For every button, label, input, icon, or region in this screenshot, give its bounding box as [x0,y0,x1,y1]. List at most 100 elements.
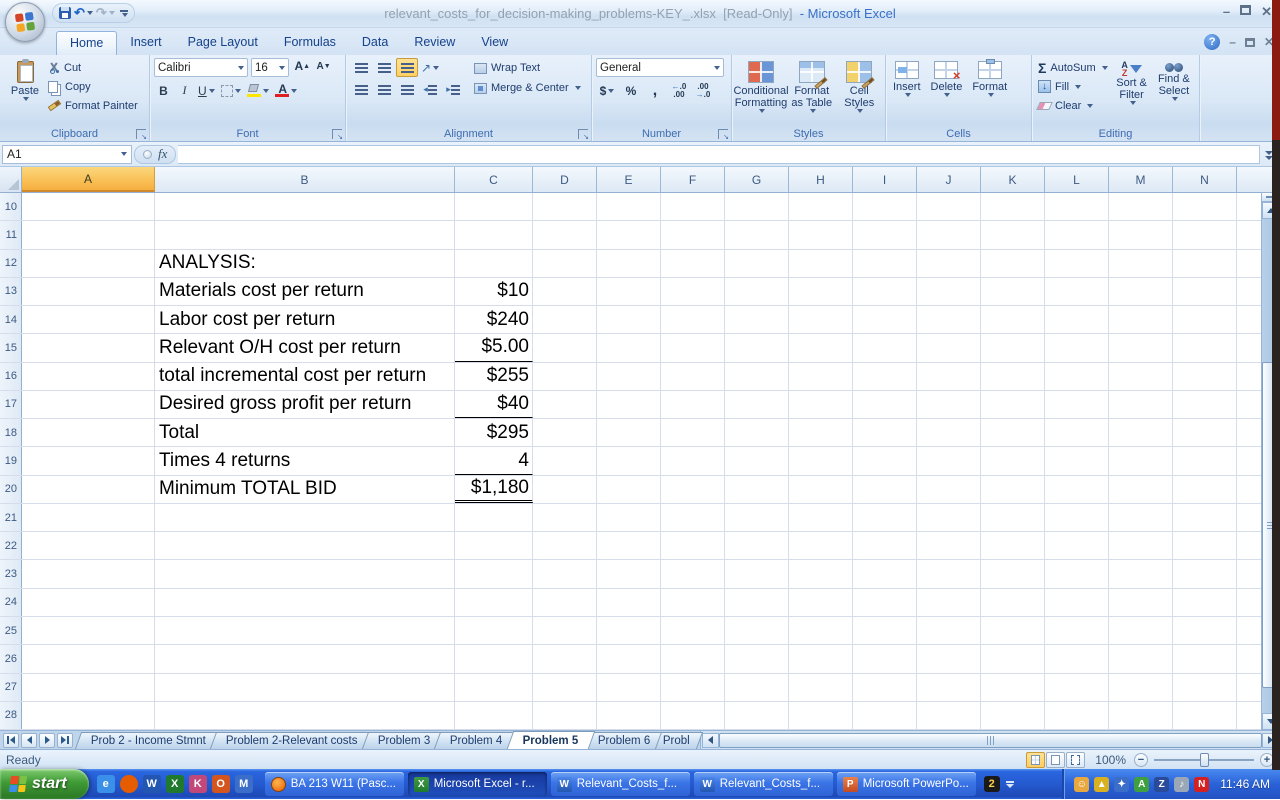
cell-F10[interactable] [661,193,725,220]
cell-G15[interactable] [725,334,789,361]
shrink-font-button[interactable]: A▼ [314,58,333,77]
cell-M20[interactable] [1109,476,1173,503]
excel-icon[interactable]: X [166,775,184,793]
cell-N22[interactable] [1173,532,1237,559]
close-button[interactable]: ✕ [1261,5,1272,19]
cell-A13[interactable] [22,278,155,305]
cell-A25[interactable] [22,617,155,644]
cell-M24[interactable] [1109,589,1173,616]
row-header-21[interactable]: 21 [0,504,22,531]
z-app-icon[interactable]: Z [1154,777,1169,792]
cell-C23[interactable] [455,560,533,587]
merge-center-button[interactable]: Merge & Center [474,78,581,98]
cell-H13[interactable] [789,278,853,305]
ribbon-tab-data[interactable]: Data [349,31,401,55]
cell-C27[interactable] [455,674,533,701]
cell-L16[interactable] [1045,363,1109,390]
format-cells-button[interactable]: Format [969,58,1010,125]
firefox-icon[interactable] [120,775,138,793]
cell-F13[interactable] [661,278,725,305]
cell-B16[interactable]: total incremental cost per return [155,363,455,390]
cell-G19[interactable] [725,447,789,474]
decrease-decimal-button[interactable]: .00→.0 [692,81,714,100]
last-sheet-icon[interactable] [57,733,73,748]
cell-G26[interactable] [725,645,789,672]
fill-button[interactable]: ↓Fill [1036,77,1110,96]
cell-J22[interactable] [917,532,981,559]
cell-I15[interactable] [853,334,917,361]
cell-D27[interactable] [533,674,597,701]
cell-G12[interactable] [725,250,789,277]
cell-J10[interactable] [917,193,981,220]
cell-B25[interactable] [155,617,455,644]
font-dialog-launcher-icon[interactable] [332,129,342,139]
row-header-28[interactable]: 28 [0,702,22,729]
cell-H17[interactable] [789,391,853,418]
cell-A12[interactable] [22,250,155,277]
middle-align-button[interactable] [373,58,395,77]
cell-N15[interactable] [1173,334,1237,361]
cell-E23[interactable] [597,560,661,587]
column-header-n[interactable]: N [1173,167,1237,192]
cell-K23[interactable] [981,560,1045,587]
cell-N10[interactable] [1173,193,1237,220]
cell-H22[interactable] [789,532,853,559]
cell-L24[interactable] [1045,589,1109,616]
cell-K21[interactable] [981,504,1045,531]
cell-L10[interactable] [1045,193,1109,220]
cell-E11[interactable] [597,221,661,248]
cell-M11[interactable] [1109,221,1173,248]
cell-I20[interactable] [853,476,917,503]
column-header-b[interactable]: B [155,167,455,192]
percent-style-button[interactable]: % [620,81,642,100]
ribbon-tab-home[interactable]: Home [56,31,117,55]
find-select-button[interactable]: Find & Select [1153,58,1195,125]
cell-K26[interactable] [981,645,1045,672]
cell-N19[interactable] [1173,447,1237,474]
cell-H19[interactable] [789,447,853,474]
cell-B12[interactable]: ANALYSIS: [155,250,455,277]
cell-C12[interactable] [455,250,533,277]
increase-indent-button[interactable]: ▸ [442,80,464,99]
cell-K27[interactable] [981,674,1045,701]
hide-icons-chevron-icon[interactable] [1006,781,1014,788]
font-color-button[interactable]: A [273,81,299,100]
cell-J25[interactable] [917,617,981,644]
cell-B11[interactable] [155,221,455,248]
cell-L11[interactable] [1045,221,1109,248]
cell-L18[interactable] [1045,419,1109,446]
cell-I17[interactable] [853,391,917,418]
cell-B10[interactable] [155,193,455,220]
cell-D16[interactable] [533,363,597,390]
cell-G22[interactable] [725,532,789,559]
page-layout-view-button[interactable] [1046,752,1065,768]
restore-button[interactable] [1240,5,1251,15]
cell-D23[interactable] [533,560,597,587]
accounting-format-button[interactable]: $ [596,81,618,100]
cell-N21[interactable] [1173,504,1237,531]
cell-D21[interactable] [533,504,597,531]
cell-L27[interactable] [1045,674,1109,701]
cell-K22[interactable] [981,532,1045,559]
cell-I25[interactable] [853,617,917,644]
cell-M19[interactable] [1109,447,1173,474]
cell-C24[interactable] [455,589,533,616]
orientation-button[interactable]: ↗ [419,58,441,77]
cell-L12[interactable] [1045,250,1109,277]
row-header-24[interactable]: 24 [0,589,22,616]
column-header-g[interactable]: G [725,167,789,192]
cell-C25[interactable] [455,617,533,644]
cell-E24[interactable] [597,589,661,616]
column-header-c[interactable]: C [455,167,533,192]
row-header-14[interactable]: 14 [0,306,22,333]
cell-H20[interactable] [789,476,853,503]
cell-F26[interactable] [661,645,725,672]
column-header-h[interactable]: H [789,167,853,192]
cell-K12[interactable] [981,250,1045,277]
cell-F25[interactable] [661,617,725,644]
cell-J15[interactable] [917,334,981,361]
cell-C14[interactable]: $240 [455,306,533,333]
cell-H23[interactable] [789,560,853,587]
cell-E27[interactable] [597,674,661,701]
cell-A14[interactable] [22,306,155,333]
